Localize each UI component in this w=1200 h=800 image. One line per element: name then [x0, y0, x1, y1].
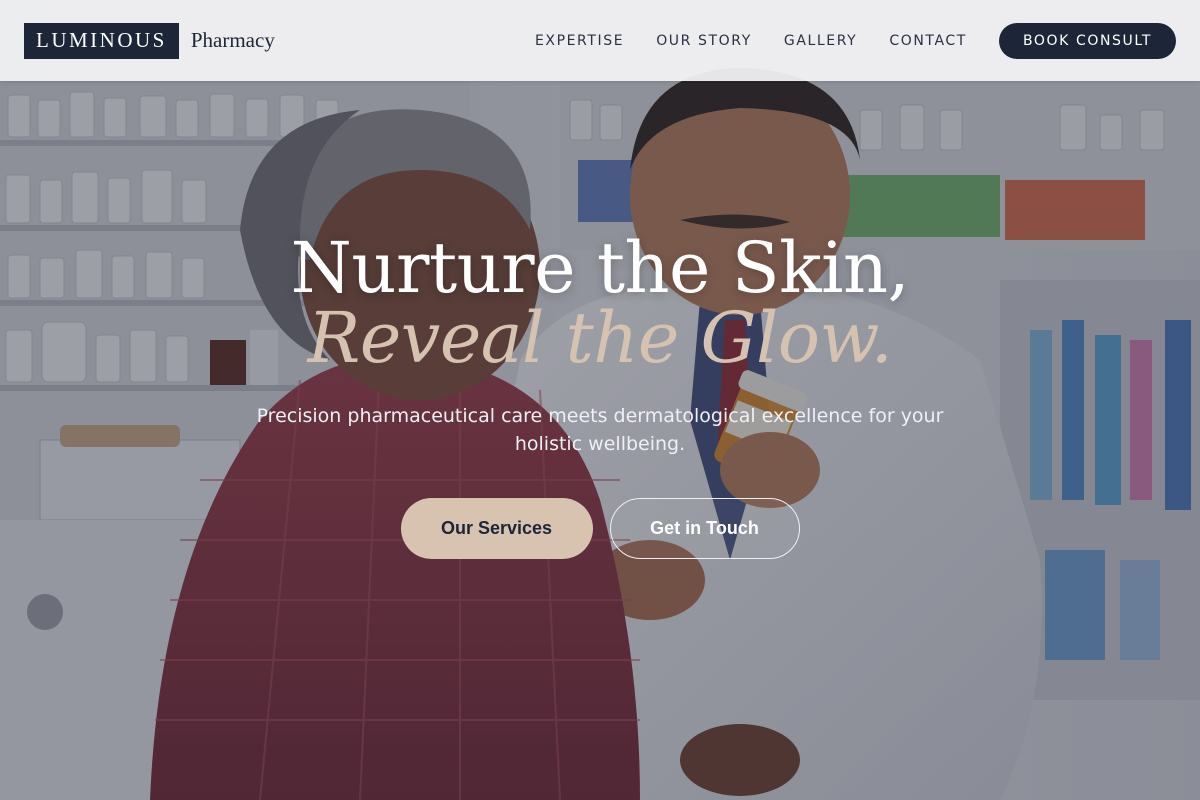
brand-logo[interactable]: LUMINOUS Pharmacy	[24, 22, 275, 59]
logo-subtitle: Pharmacy	[190, 28, 275, 52]
hero-title-accent: Reveal the Glow.	[307, 297, 893, 379]
hero-actions: Our Services Get in Touch	[400, 498, 800, 559]
logo-wordmark: LUMINOUS	[24, 22, 179, 59]
book-consult-button[interactable]: BOOK CONSULT	[998, 22, 1176, 59]
main-nav: EXPERTISE OUR STORY GALLERY CONTACT BOOK…	[535, 22, 1176, 59]
our-services-button[interactable]: Our Services	[400, 498, 593, 559]
nav-item-contact[interactable]: CONTACT	[889, 33, 967, 49]
site-header: LUMINOUS Pharmacy EXPERTISE OUR STORY GA…	[0, 0, 1200, 81]
hero-section: Nurture the Skin, Reveal the Glow. Preci…	[0, 230, 1200, 559]
get-in-touch-button[interactable]: Get in Touch	[609, 498, 800, 559]
nav-item-our-story[interactable]: OUR STORY	[656, 33, 752, 49]
nav-item-gallery[interactable]: GALLERY	[784, 33, 857, 49]
hero-title: Nurture the Skin,	[290, 227, 910, 309]
nav-item-expertise[interactable]: EXPERTISE	[535, 33, 624, 49]
hero-subtitle: Precision pharmaceutical care meets derm…	[256, 405, 944, 455]
